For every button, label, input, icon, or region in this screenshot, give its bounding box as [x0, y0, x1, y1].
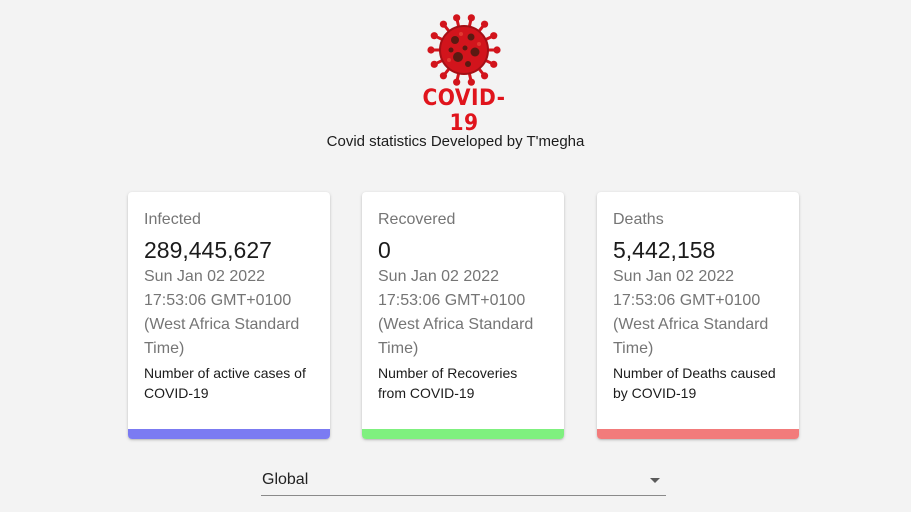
card-label: Deaths [613, 211, 664, 228]
card-description: Number of active cases of COVID-19 [144, 365, 306, 401]
card-description: Number of Deaths caused by COVID-19 [613, 365, 776, 401]
card-accent-bar [597, 429, 799, 439]
card-count: 5,442,158 [613, 237, 716, 263]
country-select[interactable]: Global [261, 466, 666, 496]
card-label: Infected [144, 211, 201, 228]
country-select-value: Global [262, 471, 309, 488]
covid-logo: COVID-19 [408, 10, 520, 136]
recovered-card: Recovered 0 Sun Jan 02 2022 17:53:06 GMT… [362, 192, 564, 439]
card-label: Recovered [378, 211, 456, 228]
card-accent-bar [128, 429, 330, 439]
card-date: Sun Jan 02 2022 17:53:06 GMT+0100 (West … [378, 268, 534, 357]
card-count: 289,445,627 [144, 237, 272, 263]
card-count: 0 [378, 237, 391, 263]
card-date: Sun Jan 02 2022 17:53:06 GMT+0100 (West … [144, 268, 300, 357]
card-accent-bar [362, 429, 564, 439]
deaths-card: Deaths 5,442,158 Sun Jan 02 2022 17:53:0… [597, 192, 799, 439]
chevron-down-icon[interactable] [650, 478, 660, 483]
card-description: Number of Recoveries from COVID-19 [378, 365, 518, 401]
virus-icon [427, 14, 501, 86]
page-subtitle: Covid statistics Developed by T'megha [326, 133, 585, 150]
logo-text: COVID-19 [422, 86, 506, 136]
card-date: Sun Jan 02 2022 17:53:06 GMT+0100 (West … [613, 268, 769, 357]
infected-card: Infected 289,445,627 Sun Jan 02 2022 17:… [128, 192, 330, 439]
